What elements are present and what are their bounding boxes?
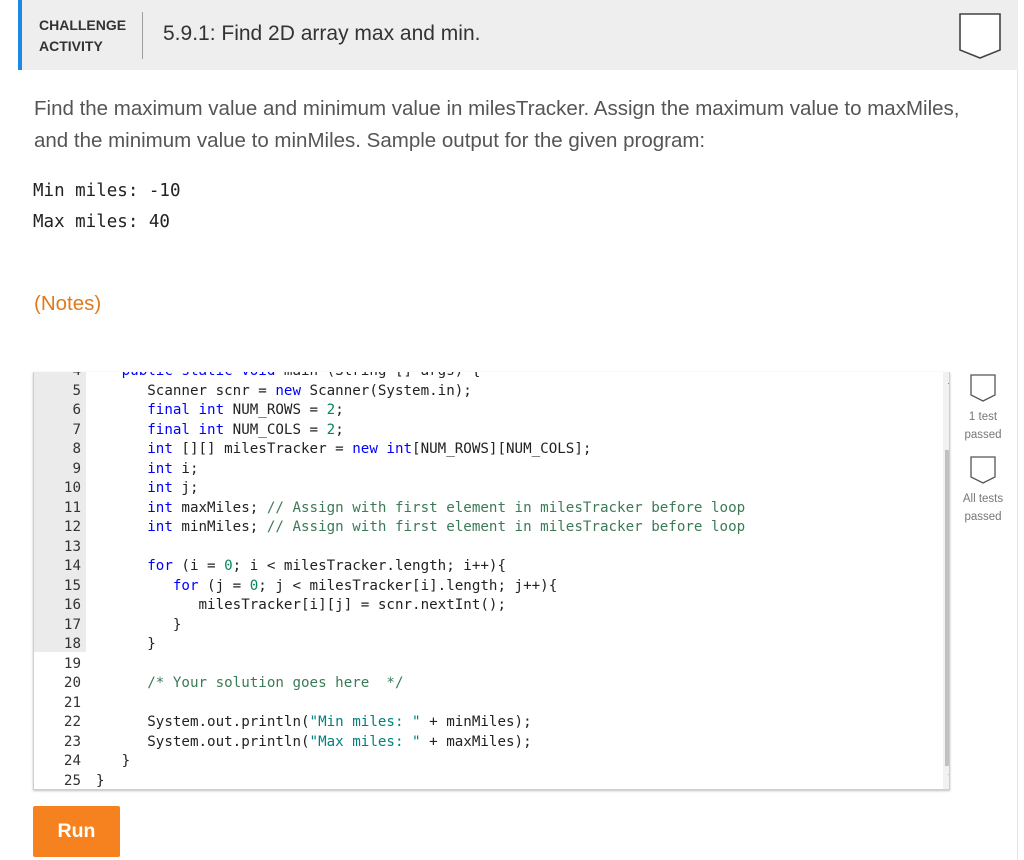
line-number: 18: [63, 636, 81, 652]
instructions-text: Find the maximum value and minimum value…: [34, 97, 960, 152]
line-number: 21: [63, 694, 81, 711]
code-text[interactable]: int maxMiles; // Assign with first eleme…: [96, 499, 745, 519]
line-number: 20: [63, 675, 81, 691]
code-text[interactable]: }: [96, 635, 156, 655]
scroll-up-arrow-icon[interactable]: [948, 378, 949, 384]
line-number: 9: [72, 460, 81, 477]
code-text[interactable]: int [][] milesTracker = new int[NUM_ROWS…: [96, 440, 591, 460]
code-line[interactable]: 8 int [][] milesTracker = new int[NUM_RO…: [34, 440, 944, 460]
header-accent-bar: [18, 0, 22, 70]
sample-output-line: Max miles: 40: [33, 212, 170, 232]
test-checkbox-icon: [970, 374, 996, 402]
code-text[interactable]: int j;: [96, 479, 198, 499]
code-text[interactable]: /* Your solution goes here */: [96, 674, 403, 694]
code-line[interactable]: 7 final int NUM_COLS = 2;: [34, 421, 944, 441]
code-line[interactable]: 10 int j;: [34, 479, 944, 499]
code-line[interactable]: 13: [34, 538, 944, 558]
bookmark-icon[interactable]: [958, 12, 1002, 60]
test-checkbox-icon: [970, 456, 996, 484]
code-text[interactable]: }: [96, 616, 182, 636]
line-number: 11: [63, 499, 81, 516]
code-line[interactable]: 6 final int NUM_ROWS = 2;: [34, 401, 944, 421]
code-line[interactable]: 11 int maxMiles; // Assign with first el…: [34, 499, 944, 519]
line-number: 22: [63, 714, 81, 730]
activity-type-line2: ACTIVITY: [39, 38, 103, 54]
code-line[interactable]: 21: [34, 694, 944, 714]
code-line[interactable]: 25}: [34, 772, 944, 790]
test-status-line1: 1 test: [968, 411, 998, 423]
code-text[interactable]: System.out.println("Max miles: " + maxMi…: [96, 733, 531, 753]
sample-output-line: Min miles: -10: [33, 181, 181, 201]
code-text[interactable]: for (j = 0; j < milesTracker[i].length; …: [96, 577, 557, 597]
line-number: 5: [72, 382, 81, 399]
line-number: 12: [63, 519, 81, 535]
line-number: 8: [72, 441, 81, 457]
code-line[interactable]: 23 System.out.println("Max miles: " + ma…: [34, 733, 944, 753]
code-line[interactable]: 5 Scanner scnr = new Scanner(System.in);: [34, 382, 944, 402]
line-number: 25: [63, 772, 81, 789]
code-line[interactable]: 12 int minMiles; // Assign with first el…: [34, 518, 944, 538]
code-text[interactable]: Scanner scnr = new Scanner(System.in);: [96, 382, 472, 402]
activity-type-label: CHALLENGE ACTIVITY: [39, 15, 126, 57]
line-number: 6: [72, 402, 81, 418]
code-line[interactable]: 19: [34, 655, 944, 675]
code-line[interactable]: 20 /* Your solution goes here */: [34, 674, 944, 694]
line-number: 10: [63, 480, 81, 496]
code-text[interactable]: milesTracker[i][j] = scnr.nextInt();: [96, 596, 506, 616]
run-button[interactable]: Run: [33, 806, 120, 857]
code-text[interactable]: int minMiles; // Assign with first eleme…: [96, 518, 745, 538]
line-number: 7: [72, 421, 81, 438]
code-line[interactable]: 15 for (j = 0; j < milesTracker[i].lengt…: [34, 577, 944, 597]
code-text[interactable]: int i;: [96, 460, 198, 480]
code-text[interactable]: System.out.println("Min miles: " + minMi…: [96, 713, 531, 733]
activity-title: 5.9.1: Find 2D array max and min.: [163, 22, 481, 45]
challenge-activity-card: CHALLENGE ACTIVITY 5.9.1: Find 2D array …: [18, 0, 1018, 860]
line-number: 16: [63, 597, 81, 613]
line-number: 19: [63, 655, 81, 672]
activity-header: CHALLENGE ACTIVITY 5.9.1: Find 2D array …: [18, 0, 1018, 70]
code-editor[interactable]: 4 public static void main (String [] arg…: [33, 372, 950, 790]
code-line[interactable]: 9 int i;: [34, 460, 944, 480]
code-text[interactable]: for (i = 0; i < milesTracker.length; i++…: [96, 557, 506, 577]
header-divider: [142, 12, 143, 59]
code-line[interactable]: 14 for (i = 0; i < milesTracker.length; …: [34, 557, 944, 577]
code-line[interactable]: 4 public static void main (String [] arg…: [34, 372, 944, 382]
code-text[interactable]: final int NUM_COLS = 2;: [96, 421, 343, 441]
scrollbar-thumb[interactable]: [945, 450, 949, 766]
sample-output: Min miles: -10 Max miles: 40: [33, 176, 181, 238]
code-line[interactable]: 16 milesTracker[i][j] = scnr.nextInt();: [34, 596, 944, 616]
test-status-line1: All tests: [962, 493, 1004, 505]
test-status-2: All tests passed: [958, 456, 1008, 526]
code-text[interactable]: }: [96, 772, 105, 790]
line-number: 4: [34, 372, 81, 382]
code-line[interactable]: 22 System.out.println("Min miles: " + mi…: [34, 713, 944, 733]
code-lines[interactable]: 4 public static void main (String [] arg…: [34, 372, 944, 790]
activity-type-line1: CHALLENGE: [39, 17, 127, 33]
editor-scrollbar[interactable]: [943, 372, 949, 789]
code-line[interactable]: 18 }: [34, 635, 944, 655]
code-text[interactable]: public static void main (String [] args)…: [96, 372, 481, 382]
scroll-down-arrow-icon[interactable]: [948, 774, 949, 780]
test-status-line2: passed: [964, 511, 1002, 523]
line-number: 13: [63, 538, 81, 555]
test-status-line2: passed: [964, 429, 1002, 441]
line-number: 24: [63, 753, 81, 769]
code-text[interactable]: }: [96, 752, 131, 772]
code-line[interactable]: 24 }: [34, 752, 944, 772]
test-status-1: 1 test passed: [958, 374, 1008, 444]
line-number: 14: [63, 558, 81, 574]
notes-link[interactable]: (Notes): [34, 292, 101, 316]
line-number: 23: [63, 733, 81, 750]
line-number: 15: [63, 577, 81, 594]
line-number: 17: [63, 616, 81, 633]
code-line[interactable]: 17 }: [34, 616, 944, 636]
code-text[interactable]: final int NUM_ROWS = 2;: [96, 401, 343, 421]
